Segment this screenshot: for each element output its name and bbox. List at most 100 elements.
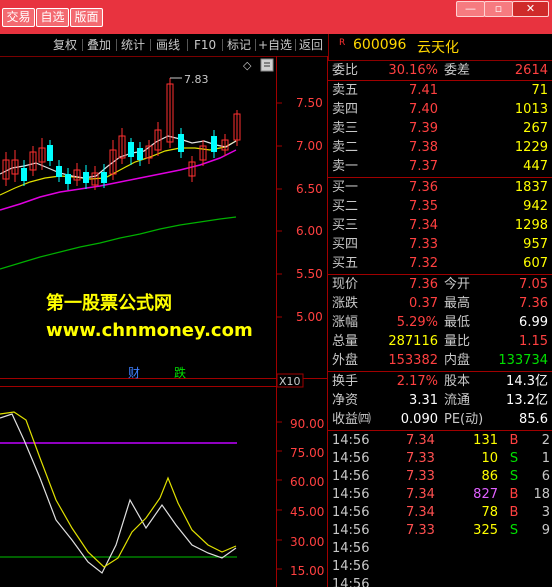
tick-side: S: [509, 469, 519, 484]
tick-row[interactable]: 14:56 7.34 131 B 2: [330, 432, 552, 450]
fundamental-row: 净资 3.31 流通 13.2亿: [330, 392, 552, 409]
bid-price: 7.33: [409, 237, 438, 252]
toolbar-divider: [295, 39, 296, 51]
pct-change-label: 涨幅: [332, 315, 359, 330]
bid-label: 买四: [332, 237, 359, 252]
tick-row[interactable]: 14:56 7.33 325 S 9: [330, 522, 552, 540]
tick-row[interactable]: 14:56: [330, 576, 552, 587]
minimize-button[interactable]: —: [456, 1, 485, 17]
tick-price: 7.34: [406, 433, 435, 448]
tick-volume: 131: [473, 433, 498, 448]
bid-row[interactable]: 买三 7.34 1298: [330, 217, 552, 234]
toolbar-divider: [187, 39, 188, 51]
drop-badge[interactable]: 跌: [174, 365, 186, 380]
ask-label: 卖三: [332, 121, 359, 136]
toolbar-divider: [82, 39, 83, 51]
inner-volume-value: 133734: [498, 353, 548, 368]
net-assets-value: 3.31: [409, 393, 438, 408]
ask-row[interactable]: 卖一 7.37 447: [330, 158, 552, 175]
ask-volume: 267: [523, 121, 548, 136]
tick-row[interactable]: 14:56 7.34 827 B 18: [330, 486, 552, 504]
pe-value: 85.6: [519, 412, 548, 427]
ratio-label: 委比: [332, 63, 359, 78]
candle: [56, 166, 62, 177]
indicator-line-white: [0, 413, 237, 574]
turnover-value: 2.17%: [396, 374, 438, 389]
bid-row[interactable]: 买一 7.36 1837: [330, 179, 552, 196]
tick-time: 14:56: [332, 505, 370, 520]
ask-row[interactable]: 卖四 7.40 1013: [330, 101, 552, 118]
watermark-title: 第一股票公式网: [46, 293, 172, 314]
tick-row[interactable]: 14:56: [330, 540, 552, 558]
draw-line-button[interactable]: 画线: [156, 36, 180, 54]
divider: [328, 430, 552, 431]
diff-label: 委差: [444, 63, 471, 78]
divider: [328, 274, 552, 275]
bid-row[interactable]: 买四 7.33 957: [330, 236, 552, 253]
open-value: 7.05: [519, 277, 548, 292]
tick-price: 7.33: [406, 469, 435, 484]
divider: [328, 371, 552, 372]
bid-row[interactable]: 买五 7.32 607: [330, 255, 552, 272]
mark-button[interactable]: 标记: [227, 36, 251, 54]
close-button[interactable]: ✕: [512, 1, 549, 17]
tick-row[interactable]: 14:56 7.33 10 S 1: [330, 450, 552, 468]
tick-count: 1: [541, 451, 550, 466]
bid-price: 7.32: [409, 256, 438, 271]
tick-row[interactable]: 14:56 7.33 86 S 6: [330, 468, 552, 486]
tick-volume: 827: [473, 487, 498, 502]
bid-volume: 957: [523, 237, 548, 252]
open-label: 今开: [444, 277, 471, 292]
trade-button[interactable]: 交易: [2, 8, 35, 27]
settings-icon[interactable]: [260, 58, 274, 72]
tick-volume: 325: [473, 523, 498, 538]
back-button[interactable]: 返回: [299, 36, 323, 54]
add-watchlist-button[interactable]: +自选: [258, 36, 292, 54]
ask-row[interactable]: 卖五 7.41 71: [330, 82, 552, 99]
change-label: 涨跌: [332, 296, 359, 311]
f10-button[interactable]: F10: [194, 36, 216, 54]
high-value: 7.36: [519, 296, 548, 311]
tick-volume: 10: [481, 451, 498, 466]
tick-price: 7.34: [406, 487, 435, 502]
low-label: 最低: [444, 315, 471, 330]
bid-volume: 607: [523, 256, 548, 271]
statistics-button[interactable]: 统计: [121, 36, 145, 54]
indicator-label[interactable]: X10: [279, 375, 301, 388]
tick-side: S: [509, 523, 519, 538]
indicator-tick: 60.00: [290, 475, 324, 489]
tick-count: 3: [541, 505, 550, 520]
ask-label: 卖五: [332, 83, 359, 98]
inner-volume-label: 内盘: [444, 353, 471, 368]
title-bar: 交易 自选 版面 — ▫ ✕: [0, 0, 552, 34]
watchlist-button[interactable]: 自选: [36, 8, 69, 27]
ask-row[interactable]: 卖三 7.39 267: [330, 120, 552, 137]
finance-badge[interactable]: 财: [128, 366, 140, 380]
diamond-icon[interactable]: ◇: [243, 59, 252, 72]
ma-line-yellow: [0, 140, 237, 196]
tick-row[interactable]: 14:56: [330, 558, 552, 576]
maximize-button[interactable]: ▫: [484, 1, 513, 17]
ask-row[interactable]: 卖二 7.38 1229: [330, 139, 552, 156]
tick-row[interactable]: 14:56 7.34 78 B 3: [330, 504, 552, 522]
ask-label: 卖四: [332, 102, 359, 117]
toolbar-divider: [150, 39, 151, 51]
toolbar-divider: [116, 39, 117, 51]
price-tick: 7.50: [296, 96, 323, 110]
turnover-label: 换手: [332, 374, 359, 389]
tick-time: 14:56: [332, 487, 370, 502]
high-label: 最高: [444, 296, 471, 311]
eps-value: 0.090: [400, 412, 438, 427]
ask-volume: 447: [523, 159, 548, 174]
candle: [83, 172, 89, 183]
tick-side: B: [509, 433, 519, 448]
restore-rights-button[interactable]: 复权: [53, 36, 77, 54]
ask-volume: 1229: [514, 140, 548, 155]
candle: [47, 145, 53, 161]
stock-name: 云天化: [417, 40, 459, 56]
overlay-button[interactable]: 叠加: [87, 36, 111, 54]
float-value: 13.2亿: [506, 393, 548, 408]
layout-button[interactable]: 版面: [70, 8, 103, 27]
bid-row[interactable]: 买二 7.35 942: [330, 198, 552, 215]
tick-time: 14:56: [332, 469, 370, 484]
